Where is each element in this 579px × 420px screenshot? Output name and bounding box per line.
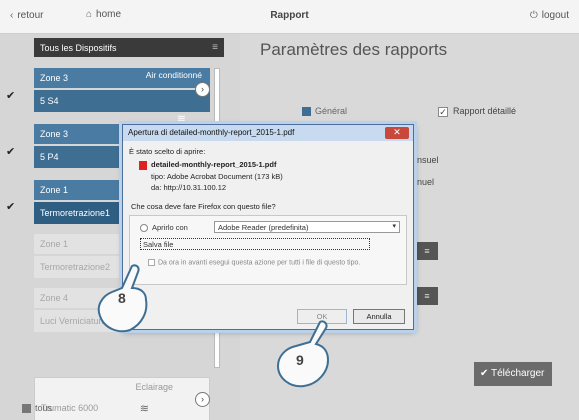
file-name: detailed-monthly-report_2015-1.pdf — [151, 160, 277, 169]
detailed-report-label: Rapport détaillé — [453, 106, 517, 116]
chevron-right-icon[interactable]: › — [195, 82, 210, 97]
dialog-body: È stato scelto di aprire: detailed-month… — [129, 147, 407, 211]
annual-option-label: nnuel — [412, 177, 435, 187]
zone-label: Zone 4 — [40, 293, 69, 303]
open-with-label: Aprirlo con — [152, 223, 188, 232]
download-label: Télécharger — [491, 368, 545, 379]
device-name-label: Termoretrazione1 — [40, 208, 111, 218]
menu-icon[interactable]: ≡ — [212, 42, 218, 53]
zone-label: Zone 3 — [40, 129, 69, 139]
checkbox-checked-icon: ✓ — [438, 106, 448, 117]
pdf-icon — [139, 160, 147, 170]
top-bar: ‹ retour ⌂ home Rapport ⏻ logout — [0, 0, 579, 34]
check-icon: ✔ — [480, 368, 489, 379]
step-8-number: 8 — [118, 290, 126, 306]
zone-label: Zone 3 — [40, 73, 69, 83]
check-icon: ✔ — [6, 90, 16, 102]
chevron-down-icon: ▾ — [392, 223, 396, 230]
download-dialog: Apertura di detailed-monthly-report_2015… — [122, 124, 414, 330]
all-devices-header[interactable]: Tous les Dispositifs ≡ — [34, 38, 224, 57]
remember-label: Da ora in avanti esegui questa azione pe… — [158, 259, 361, 267]
square-icon — [302, 107, 311, 117]
detailed-report-checkbox[interactable]: ✓ Rapport détaillé — [438, 106, 516, 117]
step-9-callout: 9 — [270, 318, 336, 388]
check-icon: ✔ — [6, 146, 16, 158]
all-devices-label: Tous les Dispositifs — [40, 43, 117, 53]
device-zone: Zone 3 Air conditionné — [34, 68, 210, 88]
action-group: Aprirlo con Adobe Reader (predefinita) ▾ … — [129, 215, 407, 285]
file-source: da: http://10.31.100.12 — [151, 182, 227, 192]
open-with-radio[interactable]: Aprirlo con — [140, 223, 188, 233]
file-type: tipo: Adobe Acrobat Document (173 kB) — [151, 171, 283, 181]
device-name-label: 5 P4 — [40, 152, 59, 162]
home-button[interactable]: ⌂ home — [86, 9, 121, 20]
monthly-option-label: ensuel — [412, 155, 439, 165]
home-label: home — [96, 9, 122, 21]
file-name-row: detailed-monthly-report_2015-1.pdf — [139, 160, 407, 170]
menu-icon[interactable]: ≡ — [416, 287, 438, 305]
legend-all-label: tous — [35, 403, 53, 413]
section-title: Paramètres des rapports — [260, 40, 448, 59]
download-button[interactable]: ✔ Télécharger — [474, 362, 552, 386]
device-name: 5 S4 ≋ — [34, 90, 210, 125]
step-9-number: 9 — [296, 352, 304, 368]
logout-button[interactable]: ⏻ logout — [530, 10, 569, 21]
check-icon: ✔ — [6, 201, 16, 213]
device-name-label: 5 S4 — [40, 96, 59, 106]
general-label: Général — [315, 106, 348, 116]
radio-icon — [140, 224, 148, 233]
dialog-intro: È stato scelto di aprire: — [129, 147, 206, 156]
dialog-title: Apertura di detailed-monthly-report_2015… — [123, 125, 413, 141]
dialog-question: Che cosa deve fare Firefox con questo fi… — [131, 201, 276, 211]
chevron-left-icon: ‹ — [10, 10, 14, 21]
zone-label: Zone 1 — [40, 185, 69, 195]
device-item[interactable]: Zone 3 Air conditionné 5 S4 ≋ — [34, 68, 210, 125]
back-button[interactable]: ‹ retour — [10, 10, 43, 21]
home-icon: ⌂ — [86, 9, 93, 20]
device-type: Eclairage — [135, 382, 173, 392]
save-file-label: Salva file — [143, 240, 174, 249]
power-icon: ⏻ — [529, 10, 538, 21]
close-icon[interactable]: ✕ — [385, 127, 409, 139]
device-type: Air conditionné — [145, 70, 202, 80]
application-select[interactable]: Adobe Reader (predefinita) ▾ — [214, 221, 400, 233]
back-label: retour — [17, 10, 44, 22]
square-icon — [22, 404, 31, 414]
application-value: Adobe Reader (predefinita) — [218, 223, 309, 232]
chevron-right-icon[interactable]: › — [195, 392, 210, 407]
legend-all[interactable]: tous — [22, 403, 53, 414]
save-file-radio[interactable]: Salva file — [140, 238, 370, 250]
device-item-eclairage[interactable]: Eclairage Trumatic 6000 ≋ — [34, 377, 210, 420]
menu-icon[interactable]: ≡ — [416, 242, 438, 260]
wifi-icon: ≋ — [139, 403, 149, 415]
remember-checkbox[interactable]: Da ora in avanti esegui questa azione pe… — [148, 259, 360, 266]
step-8-callout: 8 — [92, 262, 154, 334]
general-option[interactable]: Général — [302, 106, 348, 117]
cancel-button[interactable]: Annulla — [353, 309, 405, 324]
zone-label: Zone 1 — [40, 239, 69, 249]
logout-label: logout — [541, 10, 569, 22]
